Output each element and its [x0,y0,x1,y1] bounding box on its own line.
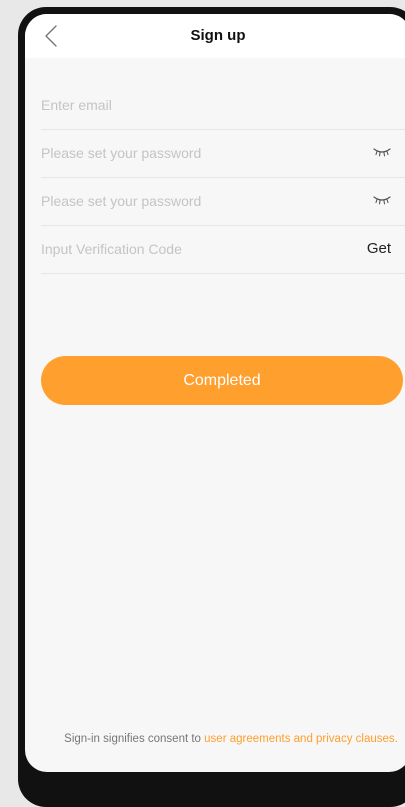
get-code-button[interactable]: Get [367,240,391,257]
verification-code-field[interactable] [41,226,331,272]
verification-code-row: Get [41,226,405,274]
page-title: Sign up [190,27,246,44]
consent-text: Sign-in signifies consent to [64,733,205,745]
app-screen: Sign up Get [25,14,405,772]
consent-notice: Sign-in signifies consent to user agreem… [55,730,405,748]
password-field[interactable] [41,130,331,176]
signup-form: Get [41,82,405,274]
password-row [41,130,405,178]
user-agreement-link[interactable]: user agreements and privacy clauses. [204,733,398,745]
eye-closed-icon[interactable] [373,147,391,157]
email-row [41,82,405,130]
email-field[interactable] [41,82,331,128]
eye-closed-icon[interactable] [373,195,391,205]
navigation-bar: Sign up [25,14,405,58]
phone-frame: Sign up Get [18,7,405,807]
completed-button[interactable]: Completed [41,356,403,405]
confirm-password-field[interactable] [41,178,331,224]
confirm-password-row [41,178,405,226]
